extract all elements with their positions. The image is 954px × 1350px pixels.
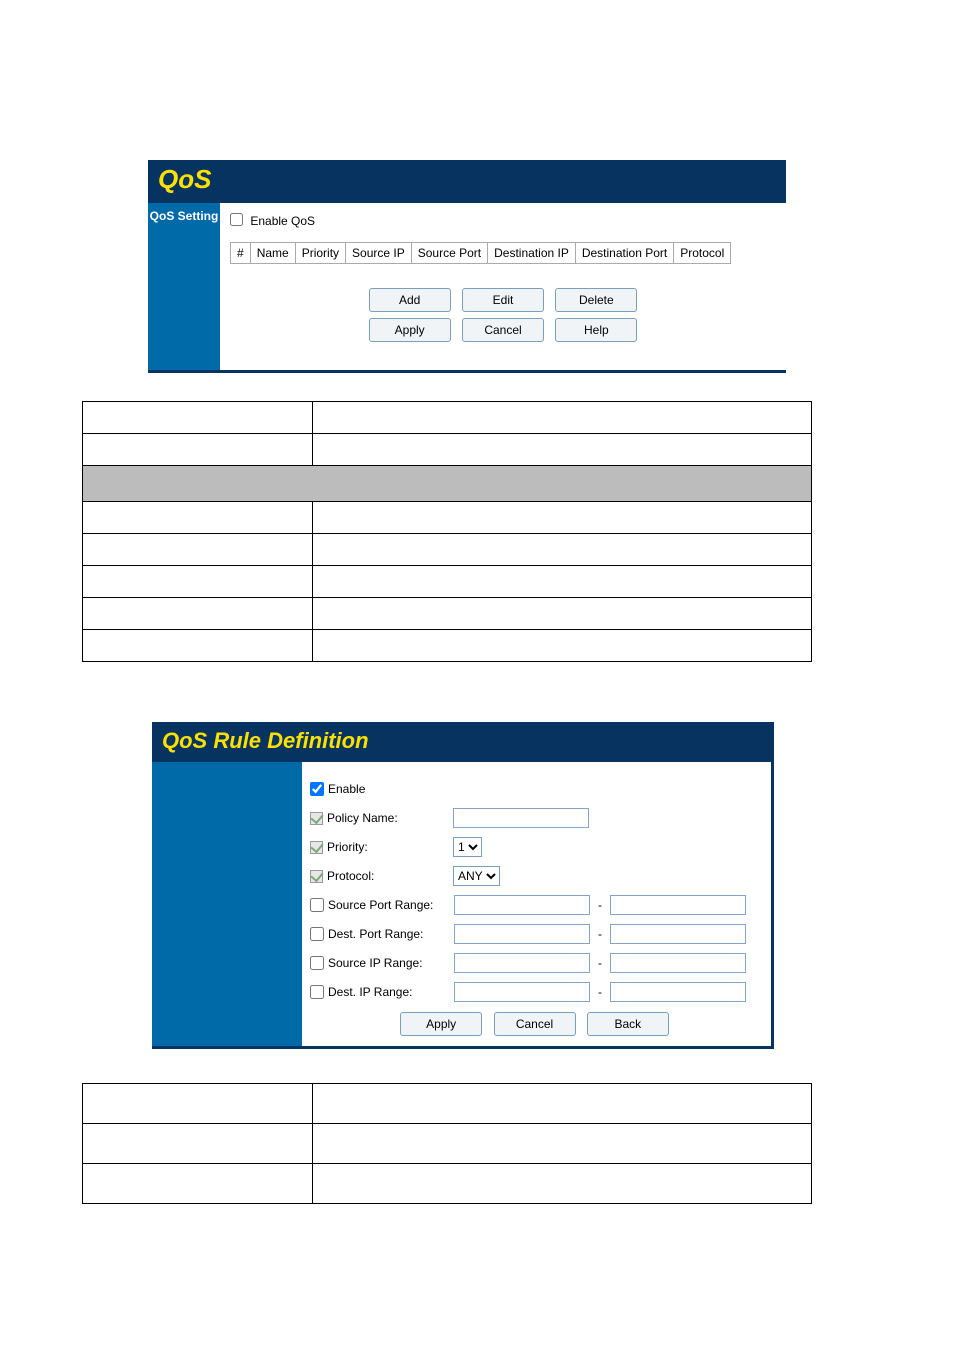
priority-select[interactable]: 1 [453,837,482,857]
enable-rule-checkbox[interactable] [310,782,324,796]
src-port-to[interactable] [610,895,746,915]
qos-rules-table: # Name Priority Source IP Source Port De… [230,242,731,264]
rule-apply-button[interactable]: Apply [400,1012,482,1036]
rule-back-button[interactable]: Back [587,1012,669,1036]
policy-name-checkbox [310,812,323,825]
rule-sidebar [152,762,302,1046]
src-port-label: Source Port Range: [328,898,454,912]
rule-header: QoS Rule Definition [152,722,771,762]
enable-qos-checkbox[interactable] [230,213,243,226]
sidebar-label: QoS Setting [150,209,219,223]
dst-ip-from[interactable] [454,982,590,1002]
src-ip-label: Source IP Range: [328,956,454,970]
qos-title: QoS [158,164,211,194]
priority-checkbox [310,841,323,854]
src-ip-to[interactable] [610,953,746,973]
src-port-checkbox[interactable] [310,898,324,912]
dst-ip-checkbox[interactable] [310,985,324,999]
policy-name-label: Policy Name: [327,811,453,825]
dash-icon: - [590,956,610,970]
col-name: Name [250,243,295,264]
delete-button[interactable]: Delete [555,288,637,312]
priority-label: Priority: [327,840,453,854]
cancel-button[interactable]: Cancel [462,318,544,342]
add-button[interactable]: Add [369,288,451,312]
help-button[interactable]: Help [555,318,637,342]
description-table-1 [82,401,812,662]
src-ip-from[interactable] [454,953,590,973]
enable-rule-label: Enable [328,782,365,796]
dash-icon: - [590,898,610,912]
col-dst-port: Destination Port [575,243,673,264]
dst-port-to[interactable] [610,924,746,944]
col-src-ip: Source IP [346,243,412,264]
dash-icon: - [590,927,610,941]
qos-sidebar[interactable]: QoS Setting [148,203,220,370]
src-port-from[interactable] [454,895,590,915]
protocol-label: Protocol: [327,869,453,883]
policy-name-input[interactable] [453,808,589,828]
protocol-select[interactable]: ANY [453,866,500,886]
enable-qos-label: Enable QoS [250,214,315,228]
edit-button[interactable]: Edit [462,288,544,312]
rule-panel: QoS Rule Definition Enable Policy Name: … [152,722,774,1049]
col-priority: Priority [295,243,345,264]
dst-port-checkbox[interactable] [310,927,324,941]
description-table-2 [82,1083,812,1204]
col-num: # [231,243,251,264]
protocol-checkbox [310,870,323,883]
dst-port-from[interactable] [454,924,590,944]
apply-button[interactable]: Apply [369,318,451,342]
rule-cancel-button[interactable]: Cancel [494,1012,576,1036]
col-src-port: Source Port [411,243,487,264]
qos-header: QoS [148,160,786,203]
dst-ip-label: Dest. IP Range: [328,985,454,999]
src-ip-checkbox[interactable] [310,956,324,970]
dst-ip-to[interactable] [610,982,746,1002]
dst-port-label: Dest. Port Range: [328,927,454,941]
rule-title: QoS Rule Definition [162,728,369,753]
col-protocol: Protocol [674,243,731,264]
qos-panel: QoS QoS Setting Enable QoS # Name Priori… [148,160,786,373]
dash-icon: - [590,985,610,999]
col-dst-ip: Destination IP [488,243,576,264]
